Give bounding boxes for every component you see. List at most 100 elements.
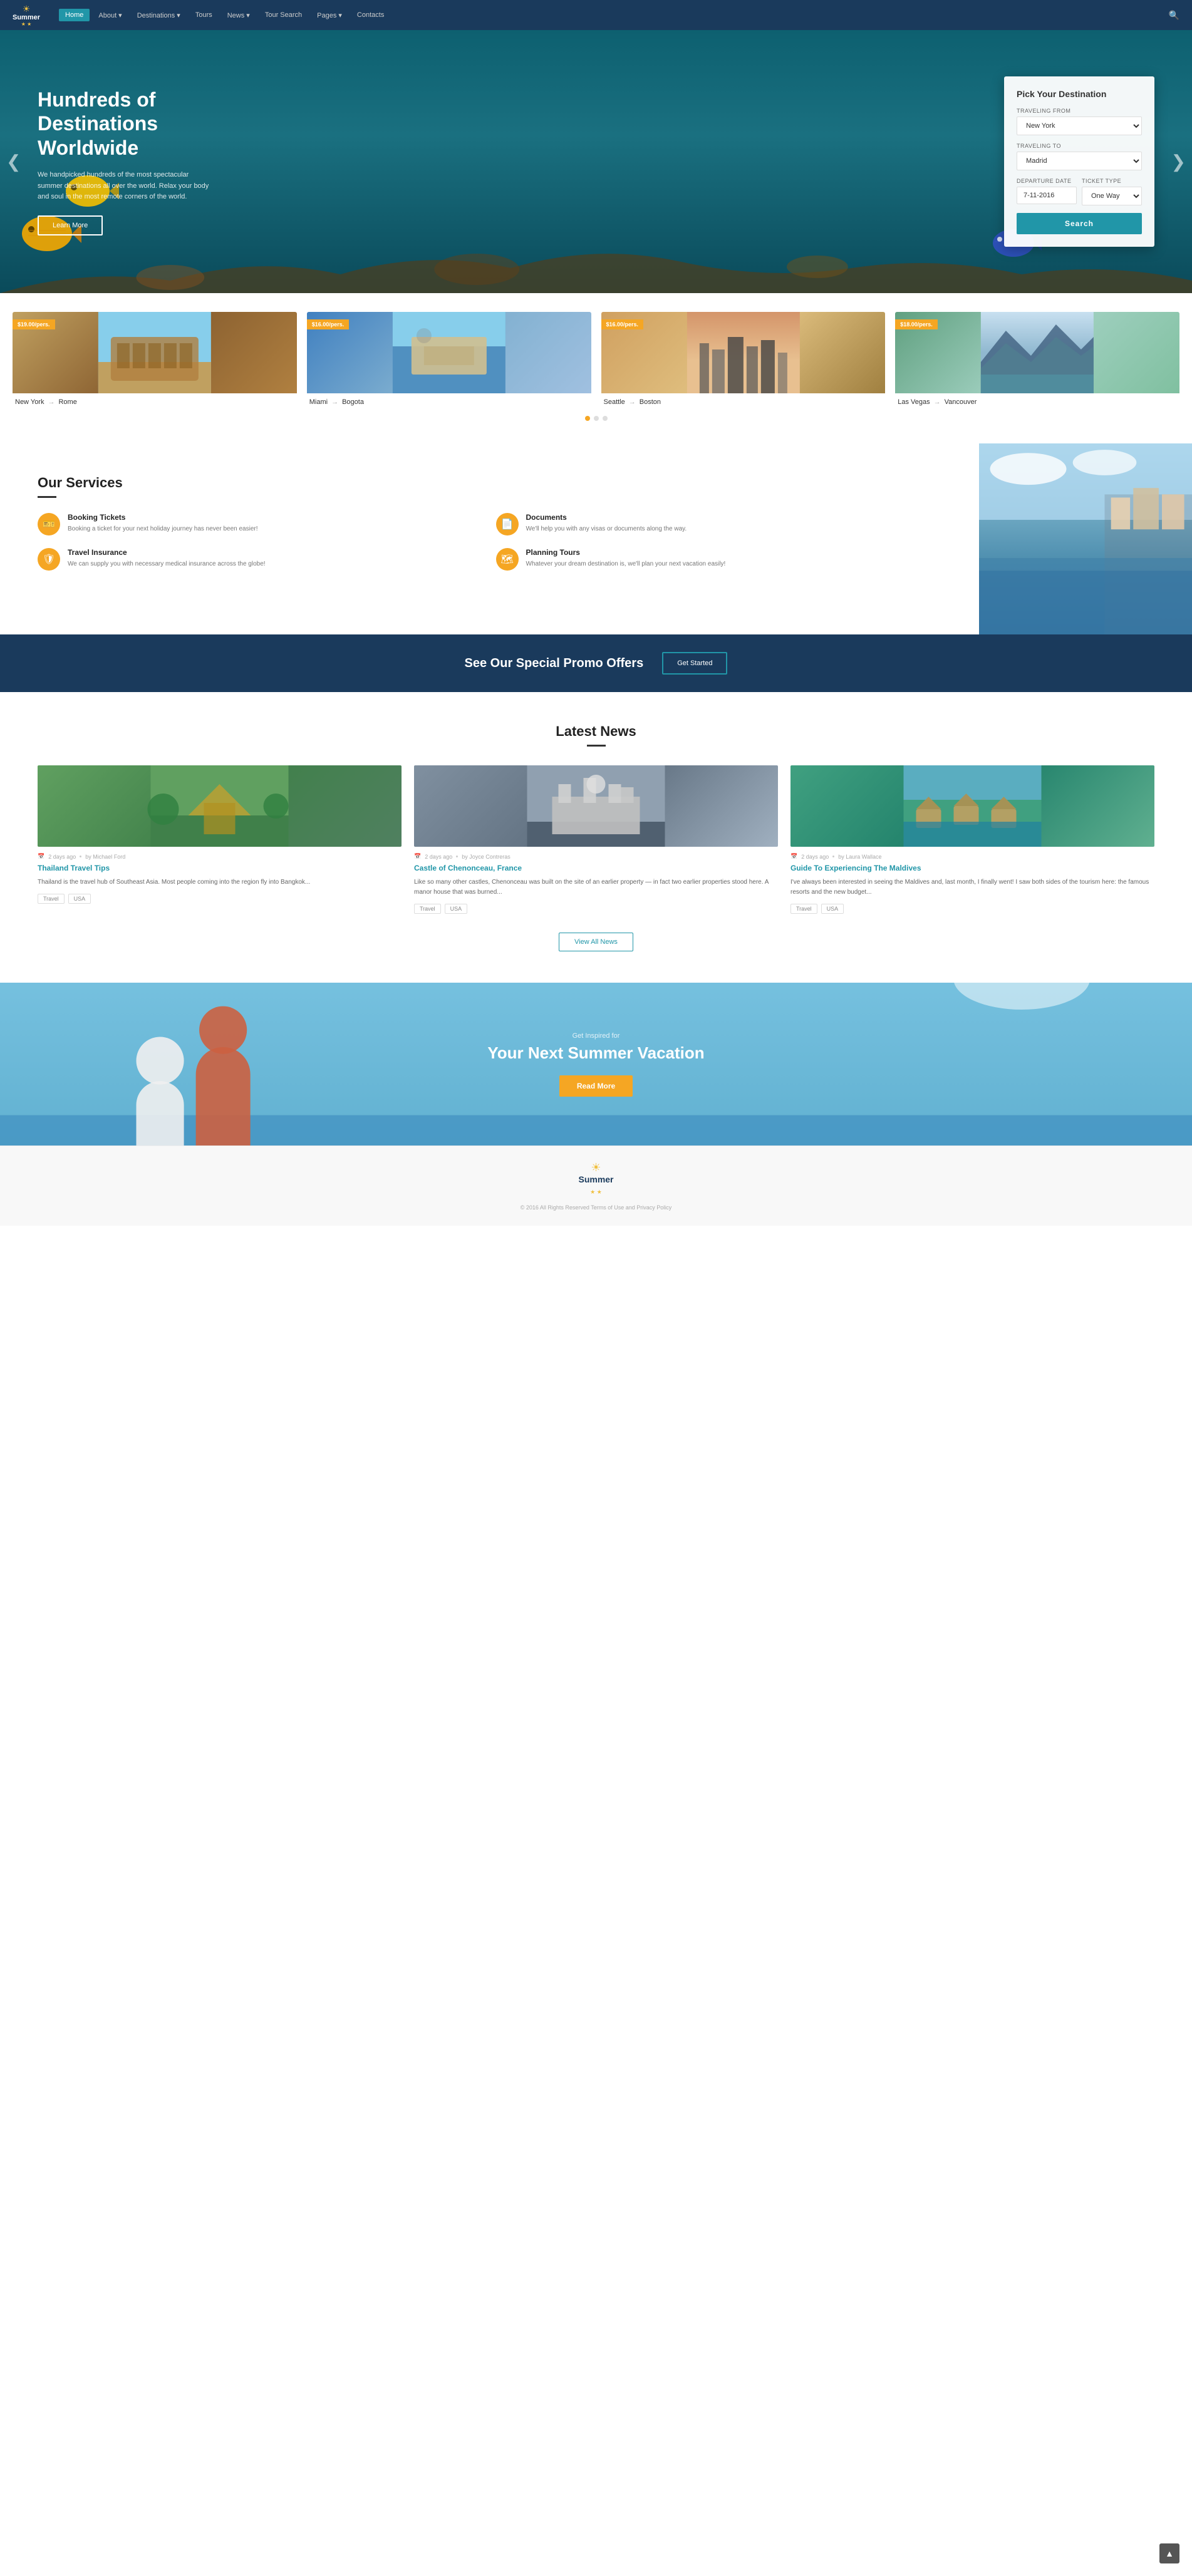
vacation-banner: Get Inspired for Your Next Summer Vacati…: [0, 983, 1192, 1146]
tag-usa-2[interactable]: USA: [445, 904, 468, 914]
news-date-3: 2 days ago: [801, 854, 829, 860]
nav-links: Home About ▾ Destinations ▾ Tours News ▾…: [59, 9, 1169, 22]
service-text-2: Documents We'll help you with any visas …: [526, 513, 687, 534]
news-card-1: 📅 2 days ago by Michael Ford Thailand Tr…: [38, 765, 402, 914]
news-author-3: by Laura Wallace: [838, 854, 881, 860]
tag-travel-1[interactable]: Travel: [38, 894, 65, 904]
service-title-4: Planning Tours: [526, 548, 726, 557]
destination-card-3[interactable]: $16.00/pers. Seattle → Boston: [601, 312, 886, 411]
service-desc-3: We can supply you with necessary medical…: [68, 559, 266, 569]
booking-widget: Pick Your Destination Traveling From New…: [1004, 76, 1154, 247]
news-tags-3: Travel USA: [790, 904, 1154, 914]
news-grid: 📅 2 days ago by Michael Ford Thailand Tr…: [38, 765, 1154, 914]
scroll-to-top-button[interactable]: ▲: [1159, 2543, 1179, 2563]
services-content: Our Services 🎫 Booking Tickets Booking a…: [0, 443, 979, 634]
nav-item-tours[interactable]: Tours: [189, 9, 219, 21]
planning-icon: 🗺: [496, 548, 519, 571]
destination-card-1[interactable]: $19.00/pers. New York → Rome: [13, 312, 297, 411]
departure-date-input[interactable]: [1017, 187, 1077, 204]
vacation-pre-title: Get Inspired for: [487, 1032, 704, 1040]
get-started-button[interactable]: Get Started: [662, 652, 727, 675]
traveling-from-group: Traveling From New York London Paris: [1017, 108, 1142, 135]
traveling-to-group: Traveling To Madrid Rome Bangkok: [1017, 143, 1142, 170]
vacation-text: Get Inspired for Your Next Summer Vacati…: [487, 1032, 704, 1097]
destination-label-1: New York → Rome: [13, 393, 297, 411]
learn-more-button[interactable]: Learn More: [38, 215, 103, 235]
calendar-icon-2: 📅: [414, 853, 421, 860]
tag-travel-2[interactable]: Travel: [414, 904, 441, 914]
hero-description: We handpicked hundreds of the most spect…: [38, 170, 213, 203]
traveling-to-label: Traveling To: [1017, 143, 1142, 149]
tag-usa-1[interactable]: USA: [68, 894, 91, 904]
news-author-2: by Joyce Contreras: [462, 854, 510, 860]
traveling-to-select[interactable]: Madrid Rome Bangkok: [1017, 152, 1142, 170]
destination-image-1: [13, 312, 297, 393]
news-card-3: 📅 2 days ago by Laura Wallace Guide To E…: [790, 765, 1154, 914]
news-meta-3: 📅 2 days ago by Laura Wallace: [790, 853, 1154, 860]
news-excerpt-2: Like so many other castles, Chenonceau w…: [414, 877, 778, 897]
footer-logo-stars: ★ ★: [590, 1189, 602, 1195]
carousel-dot-2[interactable]: [594, 416, 599, 421]
destinations-grid: $19.00/pers. New York → Rome $16.00/pers…: [13, 312, 1179, 411]
service-text-3: Travel Insurance We can supply you with …: [68, 548, 266, 569]
footer-copyright: © 2016 All Rights Reserved Terms of Use …: [15, 1204, 1177, 1211]
service-item-4: 🗺 Planning Tours Whatever your dream des…: [496, 548, 942, 571]
destination-image-3: [601, 312, 886, 393]
nav-item-destinations[interactable]: Destinations ▾: [131, 9, 187, 22]
news-meta-1: 📅 2 days ago by Michael Ford: [38, 853, 402, 860]
service-item-1: 🎫 Booking Tickets Booking a ticket for y…: [38, 513, 484, 535]
service-desc-4: Whatever your dream destination is, we'l…: [526, 559, 726, 569]
ticket-type-select[interactable]: One Way Round Trip: [1082, 187, 1142, 205]
service-title-3: Travel Insurance: [68, 548, 266, 557]
carousel-dots: [13, 411, 1179, 431]
news-article-title-1[interactable]: Thailand Travel Tips: [38, 864, 402, 872]
nav-item-about[interactable]: About ▾: [92, 9, 128, 22]
destination-card-4[interactable]: $18.00/pers. Las Vegas → Vancouver: [895, 312, 1179, 411]
destination-image-2: [307, 312, 591, 393]
destination-card-2[interactable]: $16.00/pers. Miami → Bogota: [307, 312, 591, 411]
search-button[interactable]: Search: [1017, 213, 1142, 234]
view-all-news-button[interactable]: View All News: [559, 933, 633, 951]
footer-logo-text: Summer: [578, 1174, 613, 1184]
services-grid: 🎫 Booking Tickets Booking a ticket for y…: [38, 513, 941, 571]
services-image: [979, 443, 1192, 634]
nav-item-home[interactable]: Home: [59, 9, 90, 21]
nav-item-news[interactable]: News ▾: [221, 9, 256, 22]
footer-logo-sun: ☀: [591, 1161, 601, 1174]
news-date-1: 2 days ago: [48, 854, 76, 860]
search-icon[interactable]: 🔍: [1169, 10, 1179, 21]
nav-item-tour-search[interactable]: Tour Search: [259, 9, 308, 21]
hero-section: ❮ Hundreds of Destinations Worldwide We …: [0, 30, 1192, 293]
news-card-2: 📅 2 days ago by Joyce Contreras Castle o…: [414, 765, 778, 914]
promo-text: See Our Special Promo Offers: [465, 656, 644, 671]
footer-logo: ☀ Summer ★ ★: [15, 1161, 1177, 1197]
ticket-type-group: Ticket Type One Way Round Trip: [1082, 178, 1142, 205]
nav-item-pages[interactable]: Pages ▾: [311, 9, 348, 22]
destination-label-3: Seattle → Boston: [601, 393, 886, 411]
read-more-button[interactable]: Read More: [559, 1075, 633, 1097]
hero-arrow-left[interactable]: ❮: [6, 152, 21, 172]
tag-travel-3[interactable]: Travel: [790, 904, 817, 914]
tag-usa-3[interactable]: USA: [821, 904, 844, 914]
carousel-dot-3[interactable]: [603, 416, 608, 421]
nav-item-contacts[interactable]: Contacts: [351, 9, 390, 21]
news-article-title-3[interactable]: Guide To Experiencing The Maldives: [790, 864, 1154, 872]
service-text-1: Booking Tickets Booking a ticket for you…: [68, 513, 258, 534]
logo-stars: ★ ★: [21, 21, 32, 27]
traveling-from-select[interactable]: New York London Paris: [1017, 116, 1142, 135]
logo-text: Summer: [13, 14, 40, 21]
news-excerpt-1: Thailand is the travel hub of Southeast …: [38, 877, 402, 887]
traveling-from-label: Traveling From: [1017, 108, 1142, 114]
date-ticket-row: Departure Date Ticket Type One Way Round…: [1017, 178, 1142, 213]
news-article-title-2[interactable]: Castle of Chenonceau, France: [414, 864, 778, 872]
carousel-dot-1[interactable]: [585, 416, 590, 421]
news-divider: [587, 745, 606, 747]
destination-price-4: $18.00/pers.: [895, 319, 938, 329]
destination-label-2: Miami → Bogota: [307, 393, 591, 411]
hero-arrow-right[interactable]: ❯: [1171, 152, 1186, 172]
insurance-icon: 🛡: [38, 548, 60, 571]
service-item-3: 🛡 Travel Insurance We can supply you wit…: [38, 548, 484, 571]
service-desc-1: Booking a ticket for your next holiday j…: [68, 524, 258, 534]
booking-tickets-icon: 🎫: [38, 513, 60, 535]
news-tags-1: Travel USA: [38, 894, 402, 904]
